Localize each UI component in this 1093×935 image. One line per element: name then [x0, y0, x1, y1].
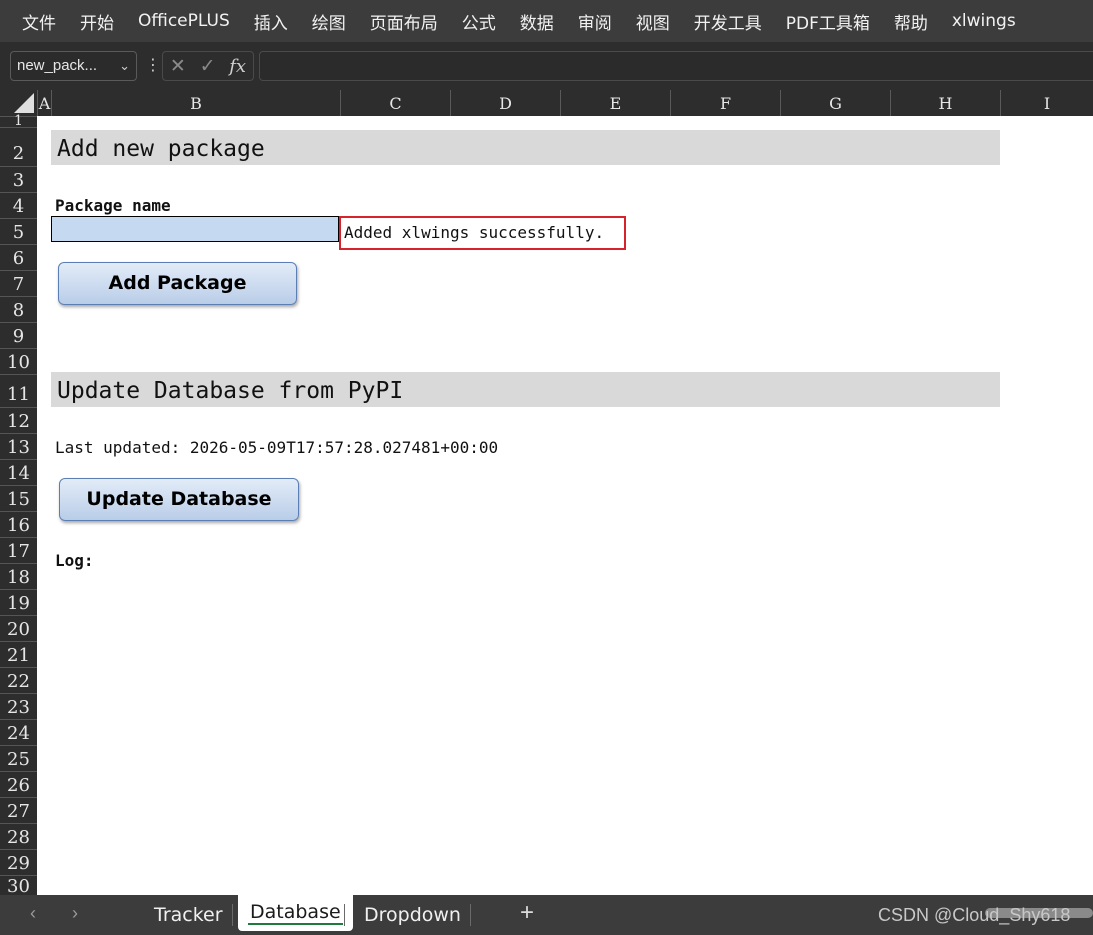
update-database-button[interactable]: Update Database [59, 478, 299, 521]
menu-insert[interactable]: 插入 [254, 9, 288, 34]
check-icon[interactable]: ✓ [200, 55, 216, 78]
row-header[interactable]: 12 [0, 407, 37, 433]
row-header[interactable]: 24 [0, 719, 37, 745]
row-header[interactable]: 16 [0, 511, 37, 537]
row-header[interactable]: 28 [0, 823, 37, 849]
log-label: Log: [55, 551, 94, 570]
formula-bar: new_pack... ⌄ ⋮ ✕ ✓ fx [0, 42, 1093, 90]
column-header-a[interactable]: A [37, 90, 51, 116]
row-header[interactable]: 21 [0, 641, 37, 667]
row-header[interactable]: 20 [0, 615, 37, 641]
row-header[interactable]: 7 [0, 270, 37, 296]
package-name-input[interactable] [51, 216, 339, 242]
tab-divider [344, 904, 345, 926]
menu-formulas[interactable]: 公式 [462, 9, 496, 34]
last-updated-text: Last updated: 2026-05-09T17:57:28.027481… [55, 438, 499, 457]
row-header[interactable]: 11 [0, 374, 37, 407]
tab-dropdown[interactable]: Dropdown [352, 895, 473, 931]
add-package-button[interactable]: Add Package [58, 262, 297, 305]
active-tab-indicator [248, 923, 343, 925]
chevron-down-icon[interactable]: ⌄ [119, 52, 130, 80]
row-header[interactable]: 23 [0, 693, 37, 719]
row-header[interactable]: 18 [0, 563, 37, 589]
tab-divider [232, 904, 233, 926]
column-header-f[interactable]: F [670, 90, 780, 116]
status-message: Added xlwings successfully. [339, 216, 626, 250]
tab-database[interactable]: Database [238, 895, 353, 931]
tab-scroll-left-icon[interactable]: ‹ [30, 903, 36, 924]
row-header[interactable]: 15 [0, 485, 37, 511]
name-box[interactable]: new_pack... ⌄ [10, 51, 137, 81]
row-header[interactable]: 4 [0, 192, 37, 218]
row-header[interactable]: 10 [0, 348, 37, 374]
update-database-heading: Update Database from PyPI [51, 372, 1000, 407]
formula-input[interactable] [259, 51, 1093, 81]
worksheet-grid[interactable]: Add new package Package name Added xlwin… [37, 116, 1093, 896]
add-sheet-icon[interactable]: + [520, 899, 534, 927]
more-options-icon[interactable]: ⋮ [145, 55, 161, 75]
menu-help[interactable]: 帮助 [894, 9, 928, 34]
column-header-b[interactable]: B [51, 90, 340, 116]
row-header[interactable]: 2 [0, 127, 37, 166]
row-header[interactable]: 29 [0, 849, 37, 875]
cancel-icon[interactable]: ✕ [170, 55, 186, 78]
tab-divider [470, 904, 471, 926]
row-header[interactable]: 19 [0, 589, 37, 615]
row-header[interactable]: 30 [0, 875, 37, 897]
menu-officeplus[interactable]: OfficePLUS [138, 11, 230, 31]
menu-pdf-toolbox[interactable]: PDF工具箱 [786, 9, 870, 34]
menu-home[interactable]: 开始 [80, 9, 114, 34]
row-header[interactable]: 26 [0, 771, 37, 797]
menu-developer[interactable]: 开发工具 [694, 9, 762, 34]
column-header-d[interactable]: D [450, 90, 560, 116]
row-header[interactable]: 6 [0, 244, 37, 270]
name-box-value: new_pack... [17, 57, 98, 74]
menu-review[interactable]: 审阅 [578, 9, 612, 34]
column-header-c[interactable]: C [340, 90, 450, 116]
row-headers: 1 2 3 4 5 6 7 8 9 10 11 12 13 14 15 16 1… [0, 114, 37, 897]
row-header[interactable]: 22 [0, 667, 37, 693]
insert-function-icon[interactable]: fx [229, 56, 246, 77]
row-header[interactable]: 13 [0, 433, 37, 459]
row-header[interactable]: 8 [0, 296, 37, 322]
column-header-e[interactable]: E [560, 90, 670, 116]
row-header[interactable]: 1 [0, 114, 37, 128]
column-header-i[interactable]: I [1000, 90, 1093, 116]
tab-tracker[interactable]: Tracker [142, 895, 235, 931]
row-header[interactable]: 17 [0, 537, 37, 563]
menu-draw[interactable]: 绘图 [312, 9, 346, 34]
menu-view[interactable]: 视图 [636, 9, 670, 34]
row-header[interactable]: 14 [0, 459, 37, 485]
row-header[interactable]: 27 [0, 797, 37, 823]
menu-xlwings[interactable]: xlwings [952, 11, 1016, 31]
package-name-label: Package name [55, 196, 171, 215]
tab-scroll-right-icon[interactable]: › [72, 903, 78, 924]
select-all-icon[interactable] [14, 93, 34, 113]
ribbon-menu-bar: 文件 开始 OfficePLUS 插入 绘图 页面布局 公式 数据 审阅 视图 … [0, 0, 1093, 42]
menu-file[interactable]: 文件 [22, 9, 56, 34]
row-header[interactable]: 25 [0, 745, 37, 771]
formula-actions: ✕ ✓ fx [162, 51, 254, 81]
row-header[interactable]: 3 [0, 166, 37, 192]
column-header-h[interactable]: H [890, 90, 1000, 116]
column-headers: A B C D E F G H I [0, 90, 1093, 116]
menu-page-layout[interactable]: 页面布局 [370, 9, 438, 34]
menu-data[interactable]: 数据 [520, 9, 554, 34]
watermark: CSDN @Cloud_Shy618 [878, 905, 1071, 925]
row-header[interactable]: 9 [0, 322, 37, 348]
column-header-g[interactable]: G [780, 90, 890, 116]
tab-database-label: Database [250, 901, 341, 923]
row-header[interactable]: 5 [0, 218, 37, 244]
sheet-tab-bar: ‹ › Tracker Database Dropdown + CSDN @Cl… [0, 895, 1093, 935]
add-package-heading: Add new package [51, 130, 1000, 165]
